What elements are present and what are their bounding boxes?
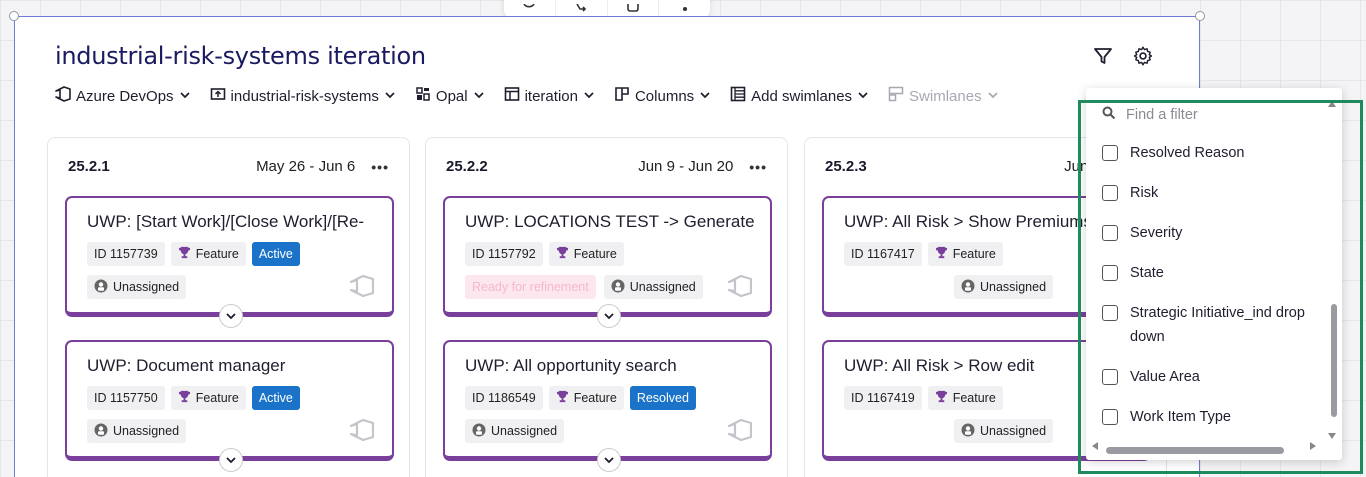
card-title: UWP: All opportunity search bbox=[465, 356, 677, 375]
more-options-icon[interactable]: ••• bbox=[371, 159, 389, 175]
work-item-card[interactable]: UWP: All opportunity search ID 1186549 F… bbox=[443, 340, 772, 472]
work-item-id: ID 1167417 bbox=[844, 242, 922, 266]
chevron-down-icon bbox=[583, 88, 595, 105]
assignee[interactable]: Unassigned bbox=[603, 275, 703, 299]
resize-handle-top-left[interactable] bbox=[9, 11, 19, 21]
azure-devops-icon bbox=[55, 86, 71, 106]
columns-icon bbox=[614, 86, 630, 106]
chevron-down-icon bbox=[473, 88, 485, 105]
column-name: 25.2.3 bbox=[825, 158, 867, 175]
status-badge: Resolved bbox=[629, 386, 696, 410]
assignee[interactable]: Unassigned bbox=[87, 419, 187, 443]
trophy-icon bbox=[935, 390, 948, 406]
chevron-down-icon bbox=[699, 88, 711, 105]
iteration-column: 25.2.2 Jun 9 - Jun 20 ••• UWP: LOCATIONS… bbox=[425, 137, 788, 477]
board-toolbar: Azure DevOps industrial-risk-systems Opa… bbox=[55, 86, 999, 106]
toolbar-swimlanes: Swimlanes bbox=[888, 86, 999, 106]
chevron-down-icon bbox=[857, 88, 869, 105]
work-item-type: Feature bbox=[927, 242, 1003, 266]
expand-chevron-icon[interactable] bbox=[219, 304, 243, 328]
azure-devops-logo-icon bbox=[727, 274, 753, 302]
avatar-icon bbox=[472, 423, 486, 440]
work-item-card[interactable]: UWP: LOCATIONS TEST -> Generate ID 11577… bbox=[443, 196, 772, 328]
trophy-icon bbox=[935, 246, 948, 262]
work-item-id: ID 1157750 bbox=[87, 386, 165, 410]
resize-handle-top-right[interactable] bbox=[1195, 11, 1205, 21]
expand-chevron-icon[interactable] bbox=[597, 304, 621, 328]
filter-icon[interactable] bbox=[1092, 45, 1114, 67]
assignee[interactable]: Unassigned bbox=[87, 275, 187, 299]
iteration-column: 25.2.1 May 26 - Jun 6 ••• UWP: [Start Wo… bbox=[47, 137, 410, 477]
column-name: 25.2.2 bbox=[446, 158, 488, 175]
azure-devops-logo-icon bbox=[349, 274, 375, 302]
avatar-icon bbox=[94, 279, 108, 296]
trophy-icon bbox=[556, 390, 569, 406]
work-item-type: Feature bbox=[170, 386, 246, 410]
toolbar-project[interactable]: industrial-risk-systems bbox=[210, 86, 396, 106]
avatar-icon bbox=[611, 279, 625, 296]
assignee[interactable]: Unassigned bbox=[954, 275, 1054, 299]
expand-chevron-icon[interactable] bbox=[597, 448, 621, 472]
work-item-type: Feature bbox=[170, 242, 246, 266]
project-icon bbox=[210, 86, 226, 106]
azure-devops-logo-icon bbox=[349, 418, 375, 446]
azure-devops-logo-icon bbox=[727, 418, 753, 446]
toolbar-azure-devops[interactable]: Azure DevOps bbox=[55, 86, 191, 106]
assignee[interactable]: Unassigned bbox=[465, 419, 565, 443]
status-badge: Ready for refinement bbox=[465, 275, 596, 299]
highlight-box bbox=[1078, 100, 1363, 474]
work-item-card[interactable]: UWP: [Start Work]/[Close Work]/[Re- ID 1… bbox=[65, 196, 394, 328]
trophy-icon bbox=[556, 246, 569, 262]
toolbar-team[interactable]: Opal bbox=[415, 86, 485, 106]
status-badge: Active bbox=[251, 386, 300, 410]
toolbar-add-swimlanes[interactable]: Add swimlanes bbox=[730, 86, 869, 106]
column-dates: Jun 9 - Jun 20 bbox=[638, 158, 734, 175]
swimlanes-add-icon bbox=[730, 86, 746, 106]
trophy-icon bbox=[178, 390, 191, 406]
work-item-type: Feature bbox=[927, 386, 1003, 410]
card-title: UWP: LOCATIONS TEST -> Generate bbox=[465, 212, 755, 231]
avatar-icon bbox=[961, 279, 975, 296]
card-title: UWP: Document manager bbox=[87, 356, 286, 375]
board-title: industrial-risk-systems iteration bbox=[55, 42, 426, 70]
work-item-id: ID 1157739 bbox=[87, 242, 165, 266]
column-dates: May 26 - Jun 6 bbox=[256, 158, 356, 175]
work-item-id: ID 1167419 bbox=[844, 386, 922, 410]
work-item-type: Feature bbox=[548, 386, 624, 410]
table-icon bbox=[504, 86, 520, 106]
team-icon bbox=[415, 86, 431, 106]
expand-chevron-icon[interactable] bbox=[219, 448, 243, 472]
assignee[interactable]: Unassigned bbox=[954, 419, 1054, 443]
work-item-card[interactable]: UWP: Document manager ID 1157750 Feature… bbox=[65, 340, 394, 472]
work-item-type: Feature bbox=[548, 242, 624, 266]
toolbar-columns[interactable]: Columns bbox=[614, 86, 711, 106]
settings-gear-icon[interactable] bbox=[1132, 45, 1154, 67]
toolbar-iteration[interactable]: iteration bbox=[504, 86, 595, 106]
card-title: UWP: [Start Work]/[Close Work]/[Re- bbox=[87, 212, 365, 231]
chevron-down-icon bbox=[987, 88, 999, 105]
more-options-icon[interactable]: ••• bbox=[749, 159, 767, 175]
chevron-down-icon bbox=[384, 88, 396, 105]
swimlanes-icon bbox=[888, 86, 904, 106]
trophy-icon bbox=[178, 246, 191, 262]
work-item-id: ID 1186549 bbox=[465, 386, 543, 410]
status-badge: Active bbox=[251, 242, 300, 266]
avatar-icon bbox=[961, 423, 975, 440]
chevron-down-icon bbox=[179, 88, 191, 105]
column-name: 25.2.1 bbox=[68, 158, 110, 175]
work-item-id: ID 1157792 bbox=[465, 242, 543, 266]
avatar-icon bbox=[94, 423, 108, 440]
